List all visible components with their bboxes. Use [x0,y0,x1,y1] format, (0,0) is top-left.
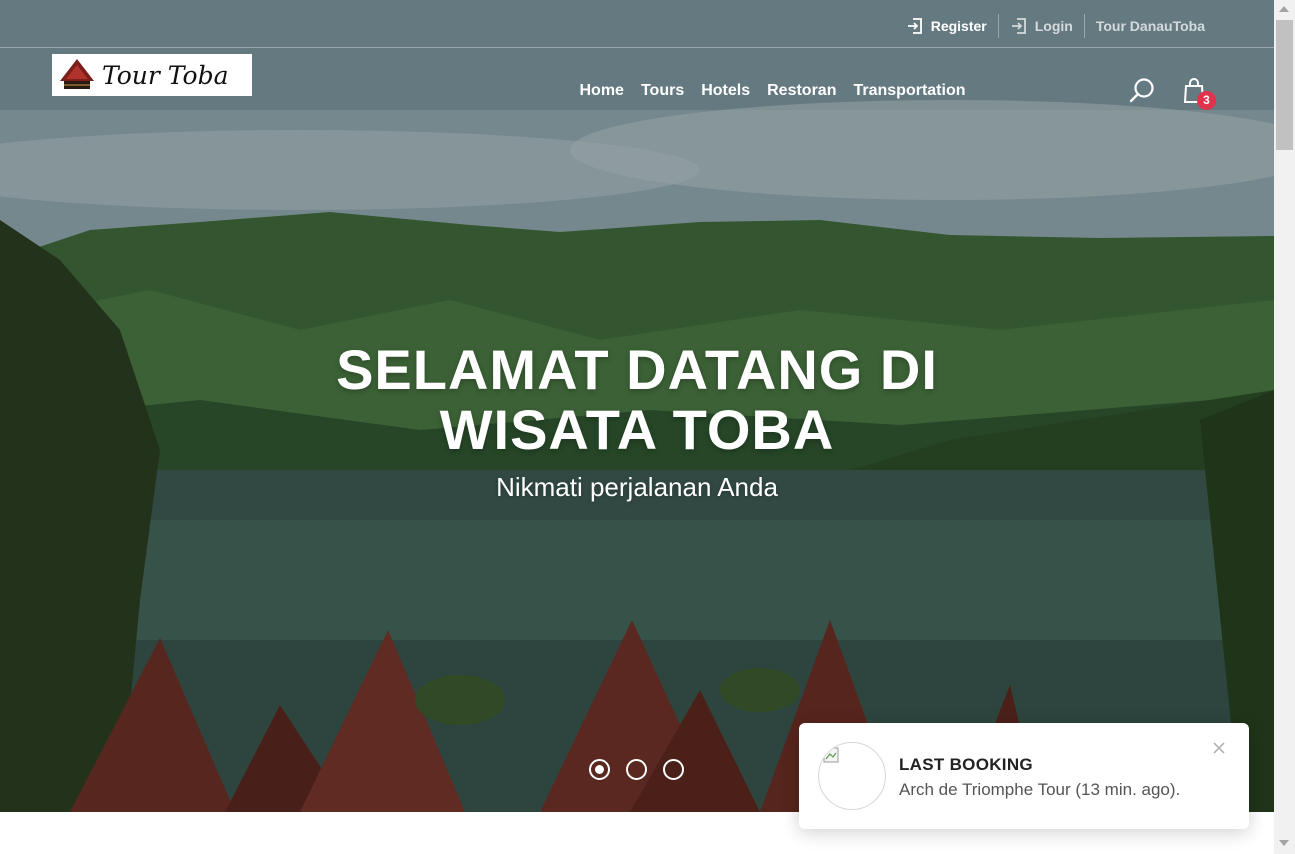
last-booking-notification: LAST BOOKING Arch de Triomphe Tour (13 m… [799,723,1249,829]
slide-dot-3[interactable] [663,759,684,780]
cart-count-badge: 3 [1197,91,1216,110]
hero-title-line-2: WISATA TOBA [439,398,835,461]
main-nav: Home Tours Hotels Restoran Transportatio… [571,82,974,100]
hero-subtitle: Nikmati perjalanan Anda [496,472,778,502]
nav-item-tours[interactable]: Tours [632,82,692,100]
nav-item-hotels[interactable]: Hotels [693,82,759,100]
scroll-down-arrow-icon[interactable] [1279,840,1289,846]
booking-thumbnail [818,742,886,810]
register-label: Register [930,18,987,34]
top-bar: Register Login Tour DanauToba [0,0,1274,48]
nav-item-transportation[interactable]: Transportation [845,82,974,100]
scroll-up-arrow-icon[interactable] [1279,6,1289,12]
notification-message: Arch de Triomphe Tour (13 min. ago). [899,780,1181,799]
slide-dot-1[interactable] [589,759,610,780]
slider-pagination [589,759,700,780]
scrollbar-thumb[interactable] [1276,20,1293,150]
site-link[interactable]: Tour DanauToba [1085,18,1216,34]
search-icon[interactable] [1128,77,1156,105]
login-link[interactable]: Login [999,17,1084,35]
hero-title-line-1: SELAMAT DATANG DI [336,338,938,401]
nav-item-home[interactable]: Home [571,82,632,100]
broken-image-icon [823,747,839,763]
hero-title: SELAMAT DATANG DI WISATA TOBA [237,340,1037,460]
register-link[interactable]: Register [895,17,998,35]
login-label: Login [1034,18,1073,34]
notification-title: LAST BOOKING [899,755,1033,774]
close-icon[interactable] [1212,741,1226,755]
logo-text: Tour Toba [102,60,229,90]
site-logo[interactable]: Tour Toba [52,54,252,96]
top-links: Register Login Tour DanauToba [895,14,1216,38]
sign-in-icon [1011,18,1026,34]
batak-house-logo-icon [60,59,94,89]
slide-dot-2[interactable] [626,759,647,780]
site-label: Tour DanauToba [1095,18,1205,34]
nav-item-restoran[interactable]: Restoran [759,82,845,100]
sign-in-icon [907,18,922,34]
